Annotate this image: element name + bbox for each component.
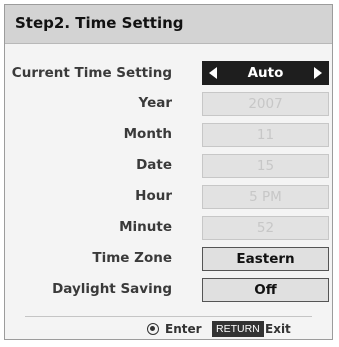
year-field: 2007 [202,92,329,116]
current-time-setting-selector[interactable]: Auto [202,61,329,85]
current-time-setting-value: Auto [247,65,284,81]
exit-hint-label: Exit [265,322,291,336]
minute-label: Minute [119,219,172,235]
return-key-badge: RETURN [212,321,264,337]
arrow-left-icon[interactable] [209,67,217,79]
date-label: Date [136,157,172,173]
time-setting-dialog: Step2. Time Setting Current Time Setting… [4,4,333,340]
time-zone-label: Time Zone [92,250,172,266]
hour-label: Hour [135,188,172,204]
title-bar: Step2. Time Setting [5,5,332,44]
enter-hint-label: Enter [165,322,202,336]
arrow-right-icon[interactable] [314,67,322,79]
daylight-saving-label: Daylight Saving [52,281,172,297]
footer-divider [25,316,312,317]
minute-field: 52 [202,216,329,240]
daylight-saving-field[interactable]: Off [202,278,329,302]
current-time-setting-label: Current Time Setting [11,65,172,81]
date-field: 15 [202,154,329,178]
year-label: Year [138,95,172,111]
footer-hints: Enter RETURN Exit [5,321,332,338]
month-label: Month [123,126,172,142]
enter-circle-icon [147,323,159,335]
month-field: 11 [202,123,329,147]
time-zone-field[interactable]: Eastern [202,247,329,271]
hour-field: 5 PM [202,185,329,209]
dialog-title: Step2. Time Setting [15,14,184,32]
